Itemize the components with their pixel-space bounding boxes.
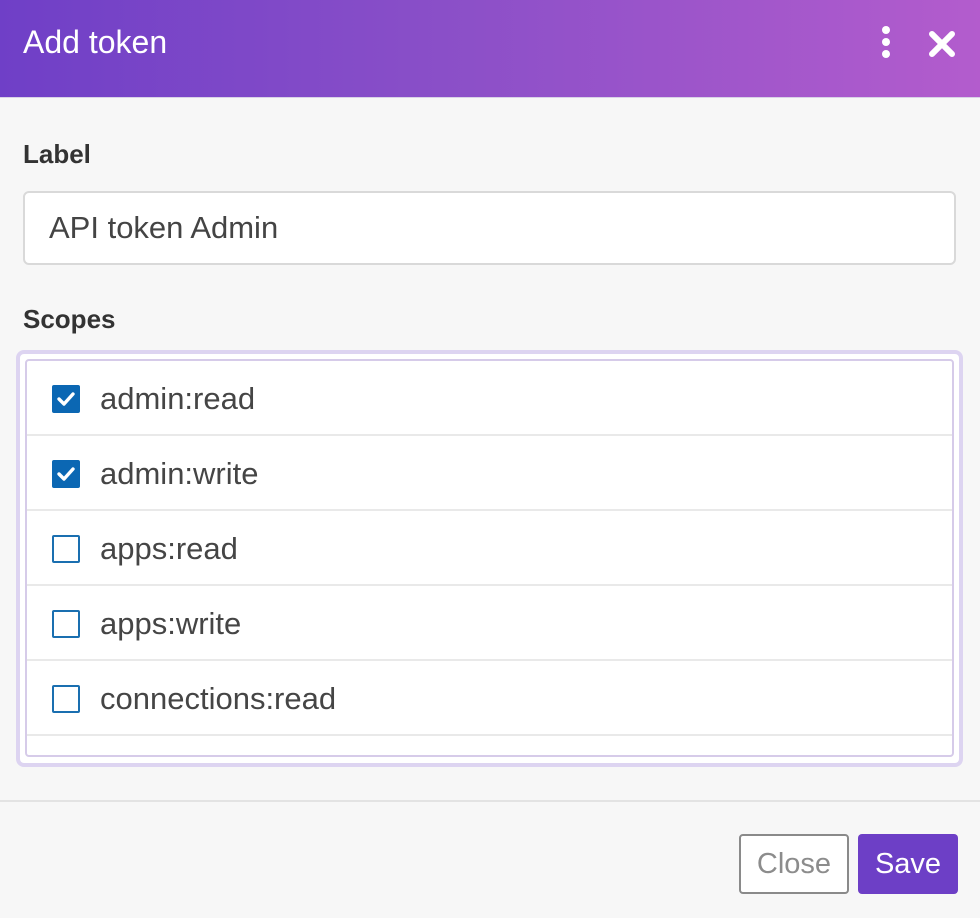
scope-label: admin:write xyxy=(100,456,259,491)
checkmark-icon xyxy=(57,467,75,481)
scope-item[interactable]: apps:write xyxy=(27,586,952,661)
footer-divider xyxy=(0,800,980,802)
dialog-title: Add token xyxy=(23,24,168,60)
close-button[interactable]: Close xyxy=(739,834,849,894)
scope-item[interactable]: connections:read xyxy=(27,661,952,736)
label-input[interactable] xyxy=(23,191,956,265)
checkmark-icon xyxy=(57,392,75,406)
menu-dot xyxy=(882,26,890,34)
more-options-button[interactable] xyxy=(868,22,904,62)
scope-item[interactable]: apps:read xyxy=(27,511,952,586)
scope-label: apps:write xyxy=(100,606,242,641)
scope-item[interactable]: admin:read xyxy=(27,361,952,436)
close-dialog-button[interactable] xyxy=(924,26,960,62)
scope-checkbox[interactable] xyxy=(52,685,80,713)
label-heading: Label xyxy=(23,139,91,169)
scope-checkbox[interactable] xyxy=(52,460,80,488)
scope-checkbox[interactable] xyxy=(52,535,80,563)
scope-item-partial[interactable] xyxy=(27,736,952,755)
scope-checkbox[interactable] xyxy=(52,385,80,413)
scope-item[interactable]: admin:write xyxy=(27,436,952,511)
close-icon xyxy=(929,31,955,57)
scope-label: admin:read xyxy=(100,381,256,416)
menu-dot xyxy=(882,50,890,58)
add-token-dialog: Add token Label Scopes admin:read admin:w… xyxy=(0,0,980,918)
dialog-header: Add token xyxy=(0,0,980,98)
scopes-list-container: admin:read admin:write apps:read apps:write… xyxy=(16,350,963,767)
scope-checkbox[interactable] xyxy=(52,610,80,638)
save-button[interactable]: Save xyxy=(858,834,958,894)
scopes-list[interactable]: admin:read admin:write apps:read apps:write… xyxy=(25,359,954,757)
scope-label: apps:read xyxy=(100,531,238,566)
scopes-heading: Scopes xyxy=(23,304,116,334)
scope-label: connections:read xyxy=(100,681,337,716)
menu-dot xyxy=(882,38,890,46)
